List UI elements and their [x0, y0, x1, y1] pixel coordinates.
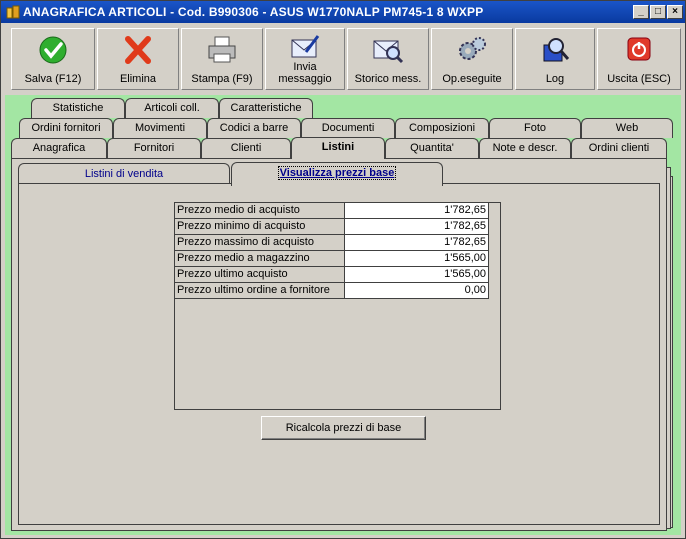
- message-history-button[interactable]: Storico mess.: [347, 28, 429, 90]
- table-row: Prezzo ultimo ordine a fornitore 0,00: [175, 283, 500, 299]
- send-message-button[interactable]: Invia messaggio: [265, 28, 345, 90]
- magnifier-book-icon: [543, 38, 570, 62]
- table-row: Prezzo medio a magazzino 1'565,00: [175, 251, 500, 267]
- price-label: Prezzo medio a magazzino: [175, 251, 345, 267]
- price-label: Prezzo minimo di acquisto: [175, 219, 345, 235]
- tab-ordini-fornitori[interactable]: Ordini fornitori: [19, 118, 113, 138]
- tab-web[interactable]: Web: [581, 118, 673, 138]
- tab-anagrafica[interactable]: Anagrafica: [11, 138, 107, 158]
- tab-foto[interactable]: Foto: [489, 118, 581, 138]
- listini-panel: Listini di vendita Visualizza prezzi bas…: [11, 158, 667, 531]
- title-bar[interactable]: ANAGRAFICA ARTICOLI - Cod. B990306 - ASU…: [1, 1, 685, 23]
- table-row: Prezzo minimo di acquisto 1'782,65: [175, 219, 500, 235]
- table-row: Prezzo ultimo acquisto 1'565,00: [175, 267, 500, 283]
- table-row: Prezzo medio di acquisto 1'782,65: [175, 203, 500, 219]
- price-label: Prezzo ultimo acquisto: [175, 267, 345, 283]
- exit-button[interactable]: Uscita (ESC): [597, 28, 681, 90]
- red-x-icon: [125, 36, 151, 64]
- power-icon: [627, 37, 651, 61]
- price-grid: Prezzo medio di acquisto 1'782,65 Prezzo…: [174, 202, 501, 410]
- tab-composizioni[interactable]: Composizioni: [395, 118, 489, 138]
- print-button[interactable]: Stampa (F9): [181, 28, 263, 90]
- delete-button[interactable]: Elimina: [97, 28, 179, 90]
- minimize-button[interactable]: _: [633, 5, 649, 19]
- check-icon: [39, 36, 67, 64]
- toolbar: Salva (F12) Elimina Stampa (F9) Invia me…: [1, 23, 685, 95]
- tab-quantita[interactable]: Quantita': [385, 138, 479, 158]
- table-row: Prezzo massimo di acquisto 1'782,65: [175, 235, 500, 251]
- maximize-button[interactable]: □: [650, 5, 666, 19]
- gears-icon: [459, 37, 486, 60]
- price-label: Prezzo ultimo ordine a fornitore: [175, 283, 345, 299]
- tab-articoli-coll[interactable]: Articoli coll.: [125, 98, 219, 118]
- tab-documenti[interactable]: Documenti: [301, 118, 395, 138]
- price-value[interactable]: 1'782,65: [345, 203, 489, 219]
- operations-done-button[interactable]: Op.eseguite: [431, 28, 513, 90]
- tab-codici-a-barre[interactable]: Codici a barre: [207, 118, 301, 138]
- price-value[interactable]: 0,00: [345, 283, 489, 299]
- price-value[interactable]: 1'565,00: [345, 251, 489, 267]
- tab-caratteristiche[interactable]: Caratteristiche: [219, 98, 313, 118]
- tab-listini[interactable]: Listini: [291, 137, 385, 159]
- subtab-listini-di-vendita[interactable]: Listini di vendita: [18, 163, 230, 185]
- tab-fornitori[interactable]: Fornitori: [107, 138, 201, 158]
- tab-note-e-descr[interactable]: Note e descr.: [479, 138, 571, 158]
- price-value[interactable]: 1'782,65: [345, 219, 489, 235]
- tab-movimenti[interactable]: Movimenti: [113, 118, 207, 138]
- printer-icon: [208, 36, 236, 63]
- price-label: Prezzo medio di acquisto: [175, 203, 345, 219]
- price-value[interactable]: 1'565,00: [345, 267, 489, 283]
- log-button[interactable]: Log: [515, 28, 595, 90]
- save-button[interactable]: Salva (F12): [11, 28, 95, 90]
- tab-clienti[interactable]: Clienti: [201, 138, 291, 158]
- tab-statistiche[interactable]: Statistiche: [31, 98, 125, 118]
- envelope-search-icon: [373, 40, 404, 64]
- app-window: ANAGRAFICA ARTICOLI - Cod. B990306 - ASU…: [0, 0, 686, 539]
- close-button[interactable]: ×: [667, 5, 683, 19]
- window-title: ANAGRAFICA ARTICOLI - Cod. B990306 - ASU…: [23, 5, 484, 19]
- price-value[interactable]: 1'782,65: [345, 235, 489, 251]
- price-label: Prezzo massimo di acquisto: [175, 235, 345, 251]
- envelope-pen-icon: [291, 35, 320, 58]
- tab-ordini-clienti[interactable]: Ordini clienti: [571, 138, 667, 158]
- subtab-visualizza-prezzi-base[interactable]: Visualizza prezzi base: [231, 162, 443, 186]
- app-icon: [6, 5, 20, 19]
- recalculate-prices-button[interactable]: Ricalcola prezzi di base: [261, 416, 426, 440]
- prezzi-base-panel: Prezzo medio di acquisto 1'782,65 Prezzo…: [18, 183, 660, 525]
